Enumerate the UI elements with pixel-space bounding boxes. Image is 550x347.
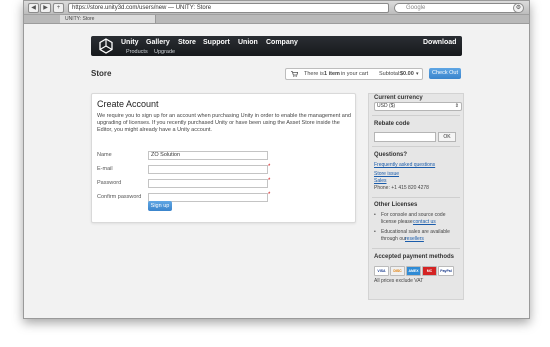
browser-window: ◀ ▶ + https://store.unity3d.com/users/ne… [23, 0, 530, 319]
nav-download[interactable]: Download [423, 39, 456, 46]
checkout-button[interactable]: Check Out [429, 68, 461, 79]
subtotal-value: $0.00 [400, 71, 414, 77]
nav-company[interactable]: Company [266, 39, 298, 46]
nav-gallery[interactable]: Gallery [146, 39, 170, 46]
payment-title: Accepted payment methods [374, 254, 455, 260]
cart-suffix: in your cart [341, 71, 369, 77]
console-text-2: license please [381, 219, 413, 225]
site-header: Unity Gallery Store Support Union Compan… [91, 36, 462, 56]
confirm-required-marker: * [268, 192, 271, 198]
rebate-code-input[interactable] [374, 132, 436, 142]
add-tab-icon[interactable]: + [53, 3, 64, 13]
chevron-down-icon[interactable]: ▾ [416, 69, 419, 79]
form-title: Create Account [97, 99, 159, 109]
nav-unity[interactable]: Unity [121, 39, 139, 46]
chevron-updown-icon: ⇕ [454, 103, 459, 109]
name-field[interactable]: ZO Solution [148, 151, 268, 160]
subnav-upgrade[interactable]: Upgrade [154, 49, 175, 55]
password-field[interactable] [148, 179, 268, 188]
nav-support[interactable]: Support [203, 39, 230, 46]
email-required-marker: * [268, 164, 271, 170]
store-bar: Store There is 1 item in your cart Subto… [91, 68, 462, 80]
bullet-icon: • [374, 229, 376, 235]
sidebar: Current currency USD ($) ⇕ Rebate code O… [368, 93, 464, 300]
console-text: For console and source code [381, 212, 446, 218]
divider [372, 197, 460, 198]
cart-prefix: There is [304, 71, 324, 77]
other-licenses-title: Other Licenses [374, 202, 418, 208]
tab-unity-store[interactable]: UNITY: Store [60, 15, 156, 23]
email-label: E-mail [97, 166, 113, 172]
page: Unity Gallery Store Support Union Compan… [24, 24, 529, 318]
forward-icon[interactable]: ▶ [40, 3, 51, 13]
tab-bar: UNITY: Store [24, 15, 529, 24]
questions-title: Questions? [374, 152, 408, 158]
form-intro: We require you to sign up for an account… [97, 113, 351, 133]
email-field[interactable] [148, 165, 268, 174]
browser-toolbar: ◀ ▶ + https://store.unity3d.com/users/ne… [24, 1, 529, 15]
rebate-title: Rebate code [374, 121, 410, 127]
confirm-password-label: Confirm password [97, 194, 142, 200]
back-icon[interactable]: ◀ [28, 3, 39, 13]
page-title: Store [91, 69, 112, 78]
vat-note: All prices exclude VAT [374, 278, 424, 284]
resellers-link[interactable]: resellers [405, 236, 424, 242]
divider [372, 115, 460, 116]
settings-icon[interactable]: ⚙ [513, 3, 524, 13]
amex-icon: AMEX [406, 266, 421, 276]
divider [372, 248, 460, 249]
edu-text-2: through our [381, 236, 407, 242]
unity-logo-icon[interactable] [98, 38, 114, 54]
address-bar[interactable]: https://store.unity3d.com/users/new — UN… [68, 3, 389, 13]
create-account-card: Create Account We require you to sign up… [91, 93, 356, 223]
cart-icon [291, 71, 298, 77]
subnav-products[interactable]: Products [126, 49, 148, 55]
subtotal-label: Subtotal: [379, 71, 401, 77]
phone-text: Phone: +1 415 820 4278 [374, 185, 429, 191]
password-label: Password [97, 180, 122, 186]
name-label: Name [97, 152, 112, 158]
nav-store[interactable]: Store [178, 39, 196, 46]
currency-select[interactable]: USD ($) ⇕ [374, 102, 462, 111]
rebate-ok-button[interactable]: OK [438, 132, 456, 142]
edu-text: Educational sales are available [381, 229, 450, 235]
cart-count: 1 item [324, 71, 340, 77]
cart-summary[interactable]: There is 1 item in your cart Subtotal: $… [285, 68, 423, 80]
currency-value: USD ($) [377, 103, 396, 109]
sign-up-button[interactable]: Sign up [148, 201, 172, 211]
discover-icon: DISC [390, 266, 405, 276]
bullet-icon: • [374, 212, 376, 218]
currency-title: Current currency [374, 95, 423, 101]
faq-link[interactable]: Frequently asked questions [374, 162, 435, 168]
nav-union[interactable]: Union [238, 39, 258, 46]
search-field[interactable]: Google [394, 3, 522, 13]
paypal-icon: PayPal [438, 266, 454, 276]
visa-icon: VISA [374, 266, 389, 276]
store-issue-link[interactable]: Store issue [374, 171, 399, 177]
divider [372, 146, 460, 147]
mastercard-icon: MC [422, 266, 437, 276]
contact-us-link[interactable]: contact us [413, 219, 436, 225]
sales-link[interactable]: Sales [374, 178, 387, 184]
password-required-marker: * [268, 178, 271, 184]
